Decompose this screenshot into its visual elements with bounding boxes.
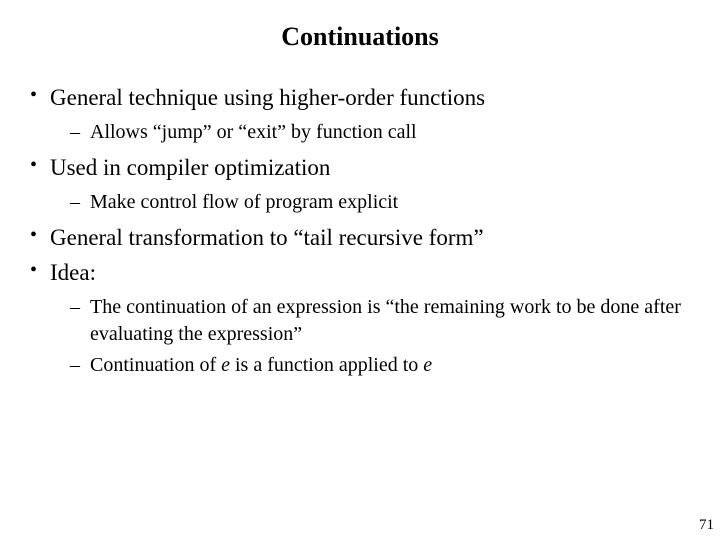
outer-list: General technique using higher-order fun…: [22, 82, 698, 379]
bullet-3: General transformation to “tail recursiv…: [22, 222, 698, 253]
bullet-4: Idea: The continuation of an expression …: [22, 257, 698, 379]
bullet-1-sublist: Allows “jump” or “exit” by function call: [50, 119, 698, 146]
bullet-4-sub-1: The continuation of an expression is “th…: [50, 294, 698, 348]
bullet-4-sublist: The continuation of an expression is “th…: [50, 294, 698, 379]
bullet-2-text: Used in compiler optimization: [50, 155, 330, 180]
bullet-2-sublist: Make control flow of program explicit: [50, 189, 698, 216]
bullet-4-sub-2-var-2: e: [423, 354, 432, 376]
bullet-2: Used in compiler optimization Make contr…: [22, 152, 698, 216]
bullet-4-sub-2-var-1: e: [221, 354, 230, 376]
bullet-4-sub-2-part-b: is a function applied to: [230, 354, 423, 376]
bullet-1-text: General technique using higher-order fun…: [50, 85, 485, 110]
bullet-1: General technique using higher-order fun…: [22, 82, 698, 146]
bullet-4-text: Idea:: [50, 260, 96, 285]
slide-content: General technique using higher-order fun…: [0, 82, 720, 379]
slide-title: Continuations: [0, 22, 720, 52]
page-number: 71: [699, 517, 714, 534]
bullet-4-sub-2: Continuation of e is a function applied …: [50, 352, 698, 379]
bullet-2-sub-1: Make control flow of program explicit: [50, 189, 698, 216]
bullet-1-sub-1: Allows “jump” or “exit” by function call: [50, 119, 698, 146]
bullet-4-sub-2-part-a: Continuation of: [90, 354, 221, 376]
